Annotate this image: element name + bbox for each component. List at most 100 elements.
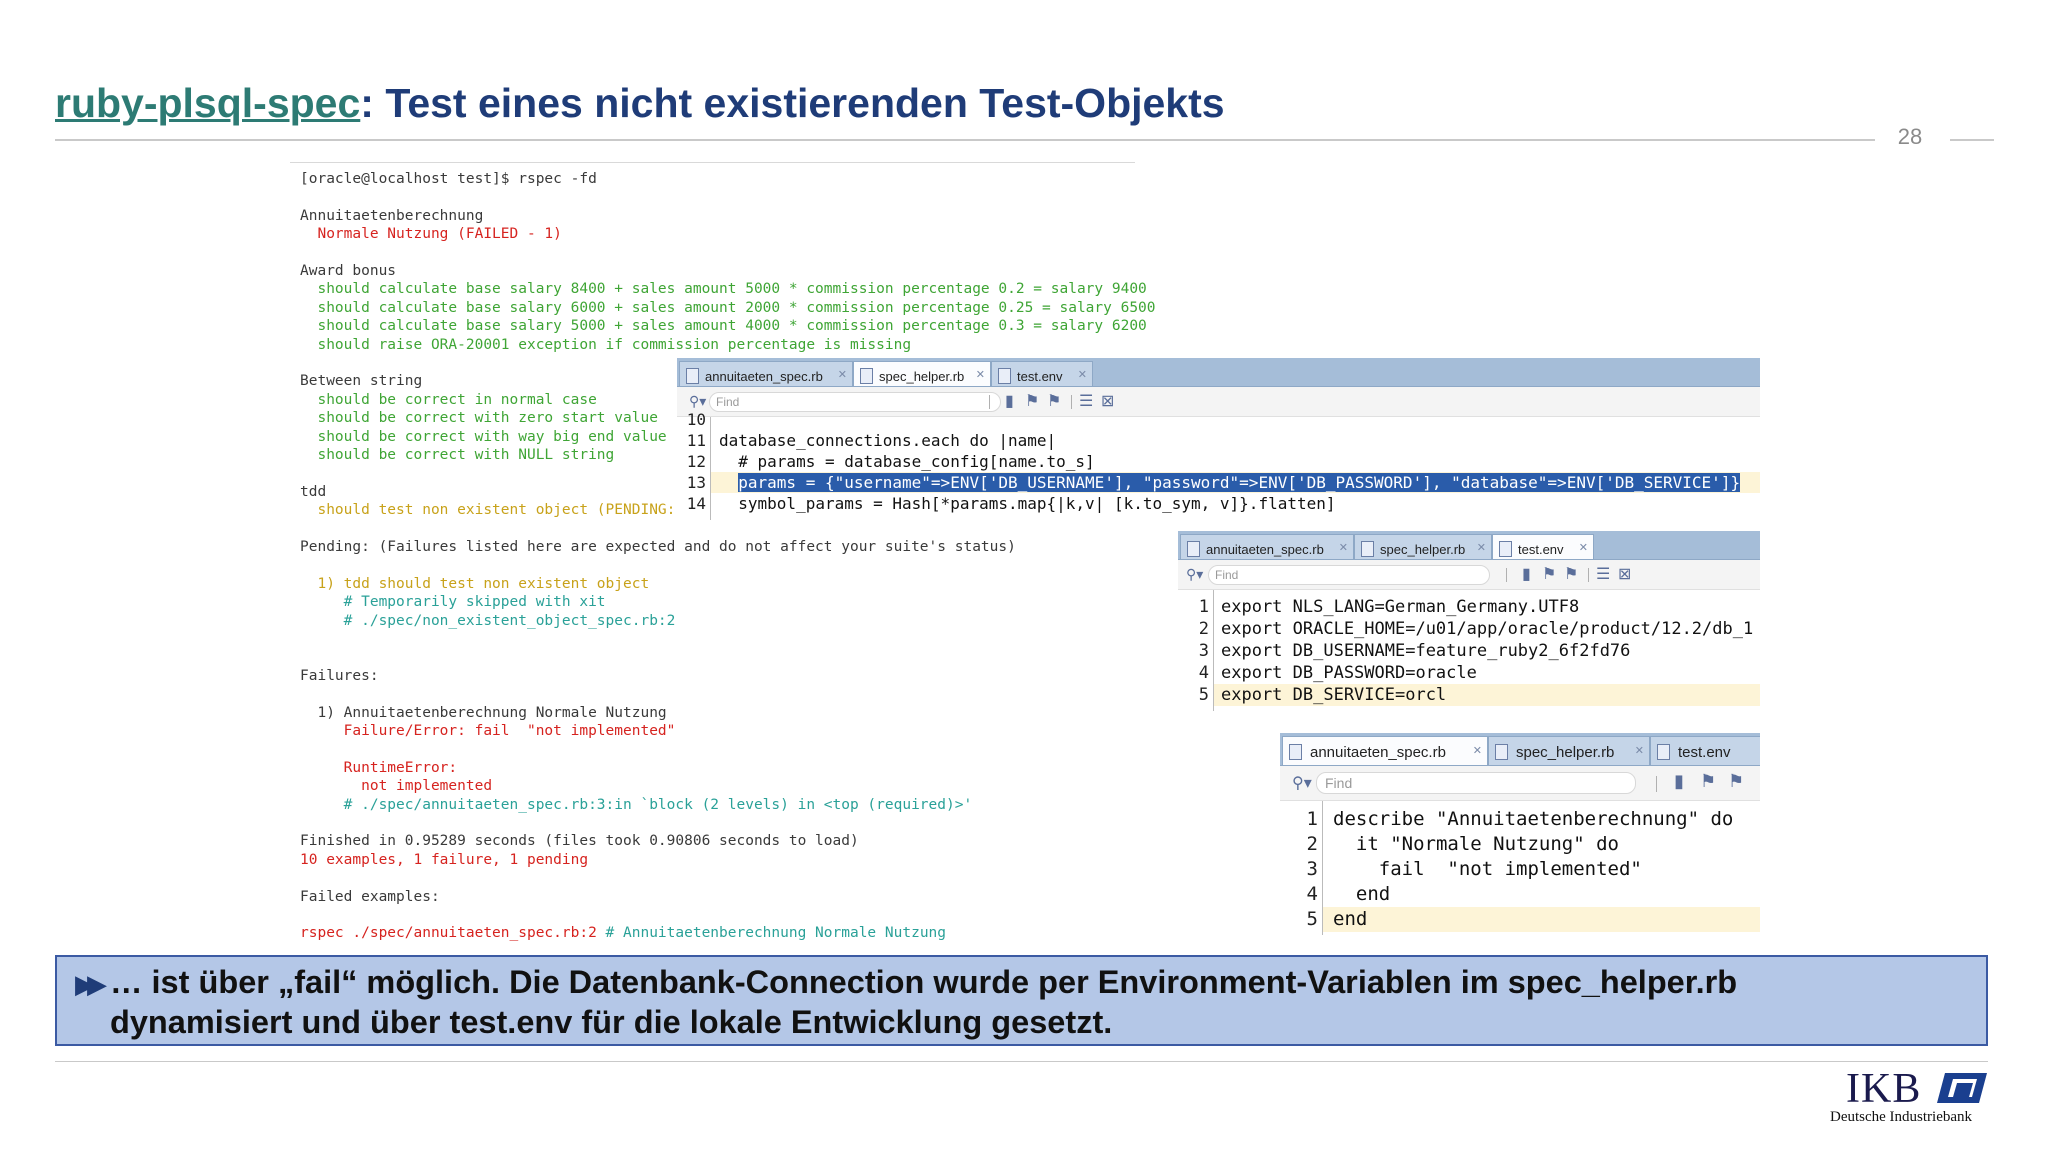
terminal-line: should be correct with NULL string bbox=[300, 447, 615, 463]
terminal-line: # Temporarily skipped with xit bbox=[300, 594, 606, 611]
tab-label: annuitaeten_spec.rb bbox=[1206, 542, 1324, 557]
close-icon[interactable]: ✕ bbox=[1473, 744, 1482, 757]
terminal-line: 1) tdd should test non existent object bbox=[300, 575, 650, 592]
file-icon bbox=[1657, 744, 1670, 760]
terminal-line: should calculate base salary 8400 + sale… bbox=[300, 281, 1147, 298]
terminal-line: should raise ORA-20001 exception if comm… bbox=[300, 336, 912, 353]
line-number-gutter: 1 2 3 4 5 bbox=[1280, 801, 1323, 935]
file-icon bbox=[1289, 744, 1302, 760]
search-icon[interactable]: ⚲▾ bbox=[689, 393, 706, 410]
rerun-command: rspec ./spec/annuitaeten_spec.rb:2 bbox=[300, 925, 597, 942]
tab-test-env[interactable]: test.env ✕ bbox=[991, 361, 1093, 386]
line-number: 12 bbox=[686, 452, 706, 471]
line-number: 10 bbox=[686, 410, 706, 429]
close-icon[interactable]: ✕ bbox=[838, 368, 847, 381]
terminal-line: Finished in 0.95289 seconds (files took … bbox=[300, 833, 859, 850]
close-icon[interactable]: ✕ bbox=[1477, 541, 1486, 554]
code-line[interactable]: end bbox=[1333, 882, 1390, 907]
terminal-line: 10 examples, 1 failure, 1 pending bbox=[300, 851, 589, 868]
code-line[interactable]: export DB_USERNAME=feature_ruby2_6f2fd76 bbox=[1221, 640, 1630, 662]
find-input[interactable]: Find bbox=[1316, 772, 1636, 794]
tab-spec-helper[interactable]: spec_helper.rb ✕ bbox=[853, 361, 991, 386]
close-icon[interactable]: ✕ bbox=[1579, 541, 1588, 554]
code-line[interactable]: export NLS_LANG=German_Germany.UTF8 bbox=[1221, 596, 1579, 618]
code-line[interactable]: export ORACLE_HOME=/u01/app/oracle/produ… bbox=[1221, 618, 1753, 640]
tab-label: test.env bbox=[1518, 542, 1564, 557]
line-number: 1 bbox=[1306, 808, 1318, 830]
terminal-line: Award bonus bbox=[300, 263, 397, 279]
format-icon[interactable]: ⊠ bbox=[1618, 564, 1631, 584]
footer-divider bbox=[55, 1061, 1988, 1062]
code-line[interactable]: fail "not implemented" bbox=[1333, 857, 1642, 882]
terminal-line: should calculate base salary 5000 + sale… bbox=[300, 318, 1147, 335]
toolbar-separator bbox=[1656, 776, 1657, 792]
shift-lines-icon[interactable]: ☰ bbox=[1596, 564, 1610, 584]
terminal-line: rspec ./spec/annuitaeten_spec.rb:2 # Ann… bbox=[300, 924, 946, 942]
code-line[interactable]: export DB_PASSWORD=oracle bbox=[1221, 662, 1477, 684]
find-input[interactable]: Find bbox=[709, 392, 1001, 412]
editor-spec-helper: annuitaeten_spec.rb ✕ spec_helper.rb ✕ t… bbox=[677, 358, 1760, 520]
title-link[interactable]: ruby-plsql-spec bbox=[55, 80, 360, 126]
editor-toolbar: ⚲▾ Find ▮ ⚑ ⚑ ☰ ⊠ bbox=[677, 387, 1760, 417]
close-icon[interactable]: ✕ bbox=[1339, 541, 1348, 554]
close-icon[interactable]: ✕ bbox=[1635, 744, 1644, 757]
callout-line: … ist über „fail“ möglich. Die Datenbank… bbox=[110, 964, 1738, 1000]
tab-label: annuitaeten_spec.rb bbox=[1310, 744, 1446, 761]
code-line[interactable]: describe "Annuitaetenberechnung" do bbox=[1333, 807, 1733, 832]
shift-lines-icon[interactable]: ☰ bbox=[1079, 391, 1093, 411]
terminal-line: should test non existent object (PENDING… bbox=[300, 502, 676, 519]
file-icon bbox=[1495, 744, 1508, 760]
editor-tab-bar: annuitaeten_spec.rb ✕ spec_helper.rb ✕ t… bbox=[677, 358, 1760, 387]
editor-tab-bar: annuitaeten_spec.rb ✕ spec_helper.rb ✕ t… bbox=[1280, 733, 1760, 766]
selected-code[interactable]: params = {"username"=>ENV['DB_USERNAME']… bbox=[738, 473, 1741, 492]
tab-label: test.env bbox=[1678, 744, 1731, 761]
terminal-line: should be correct with way big end value bbox=[300, 428, 667, 445]
toolbar-separator bbox=[989, 395, 990, 409]
toolbar-separator bbox=[1506, 568, 1507, 582]
tab-annuitaeten-spec[interactable]: annuitaeten_spec.rb ✕ bbox=[679, 361, 853, 386]
terminal-line: Pending: (Failures listed here are expec… bbox=[300, 539, 1016, 555]
editor-toolbar: ⚲▾ Find ▮ ⚑ ⚑ ☰ ⊠ bbox=[1178, 560, 1760, 590]
code-line[interactable]: database_connections.each do |name| bbox=[719, 430, 1056, 451]
code-line[interactable]: it "Normale Nutzung" do bbox=[1333, 832, 1619, 857]
tab-spec-helper[interactable]: spec_helper.rb ✕ bbox=[1354, 534, 1492, 559]
line-number: 13 bbox=[686, 473, 706, 492]
close-icon[interactable]: ✕ bbox=[1078, 368, 1087, 381]
tab-test-env[interactable]: test.env ✕ bbox=[1492, 534, 1594, 559]
summary-callout: ▶▶ … ist über „fail“ möglich. Die Datenb… bbox=[55, 955, 1988, 1046]
tab-annuitaeten-spec[interactable]: annuitaeten_spec.rb ✕ bbox=[1180, 534, 1354, 559]
bookmark-icon[interactable]: ▮ bbox=[1522, 564, 1531, 584]
line-number: 3 bbox=[1306, 858, 1318, 880]
code-line[interactable]: symbol_params = Hash[*params.map{|k,v| [… bbox=[719, 493, 1335, 514]
format-icon[interactable]: ⊠ bbox=[1101, 391, 1114, 411]
terminal-line: Annuitaetenberechnung bbox=[300, 207, 484, 224]
prev-bookmark-icon[interactable]: ⚑ bbox=[1025, 391, 1039, 411]
code-line[interactable]: end bbox=[1333, 907, 1367, 932]
terminal-line: tdd bbox=[300, 483, 327, 500]
code-line[interactable]: export DB_SERVICE=orcl bbox=[1221, 684, 1446, 706]
prev-bookmark-icon[interactable]: ⚑ bbox=[1700, 771, 1716, 792]
close-icon[interactable]: ✕ bbox=[976, 368, 985, 381]
tab-annuitaeten-spec[interactable]: annuitaeten_spec.rb ✕ bbox=[1282, 736, 1488, 765]
rerun-comment: # Annuitaetenberechnung Normale Nutzung bbox=[596, 925, 947, 942]
code-line[interactable]: # params = database_config[name.to_s] bbox=[719, 451, 1094, 472]
double-arrow-icon: ▶▶ bbox=[75, 969, 107, 999]
next-bookmark-icon[interactable]: ⚑ bbox=[1047, 391, 1061, 411]
search-icon[interactable]: ⚲▾ bbox=[1186, 566, 1203, 583]
bookmark-icon[interactable]: ▮ bbox=[1005, 391, 1014, 411]
terminal-line: Failure/Error: fail "not implemented" bbox=[300, 723, 676, 739]
bookmark-icon[interactable]: ▮ bbox=[1674, 771, 1684, 792]
line-number: 14 bbox=[686, 494, 706, 513]
next-bookmark-icon[interactable]: ⚑ bbox=[1728, 771, 1744, 792]
prev-bookmark-icon[interactable]: ⚑ bbox=[1542, 564, 1556, 584]
tab-spec-helper[interactable]: spec_helper.rb ✕ bbox=[1488, 736, 1650, 765]
line-number: 2 bbox=[1198, 619, 1209, 639]
find-input[interactable]: Find bbox=[1208, 565, 1490, 585]
tab-test-env[interactable]: test.env bbox=[1650, 736, 1760, 765]
code-line-selected[interactable]: params = {"username"=>ENV['DB_USERNAME']… bbox=[719, 472, 1741, 493]
next-bookmark-icon[interactable]: ⚑ bbox=[1564, 564, 1578, 584]
toolbar-separator bbox=[1071, 395, 1072, 409]
file-icon bbox=[998, 368, 1011, 384]
search-icon[interactable]: ⚲▾ bbox=[1292, 773, 1312, 793]
